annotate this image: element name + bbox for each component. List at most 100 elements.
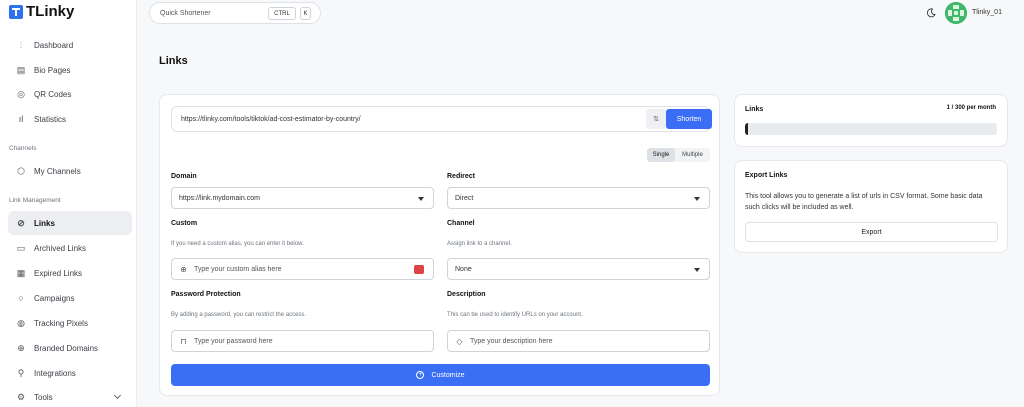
shorten-form-card: https://tlinky.com/tools/tiktok/ad-cost-… <box>159 94 720 396</box>
custom-alias-input[interactable]: ⊕ Type your custom alias here <box>171 258 434 280</box>
sidebar-item-label: Expired Links <box>34 268 83 278</box>
redirect-value: Direct <box>455 194 474 202</box>
sidebar-item-label: Links <box>34 218 55 228</box>
sidebar-item-archived-links[interactable]: ▭ Archived Links <box>8 236 132 260</box>
app-logo[interactable]: TLinky <box>9 3 74 20</box>
sidebar-item-links[interactable]: ⊘ Links <box>8 211 132 235</box>
chevron-down-icon <box>113 391 122 400</box>
chevron-down-icon <box>694 197 700 201</box>
options-button[interactable]: ⇅ <box>646 109 666 129</box>
mode-single-button[interactable]: Single <box>647 148 675 162</box>
tag-icon: ◇ <box>456 336 463 346</box>
chevron-down-icon <box>694 268 700 272</box>
sidebar-item-statistics[interactable]: ıl Statistics <box>8 107 132 131</box>
sidebar-item-bio-pages[interactable]: ▤ Bio Pages <box>8 58 132 82</box>
custom-help: If you need a custom alias, you can ente… <box>171 241 304 247</box>
username[interactable]: Tlinky_01 <box>972 9 1002 16</box>
sidebar-item-tracking-pixels[interactable]: ◍ Tracking Pixels <box>8 311 132 335</box>
redirect-label: Redirect <box>447 173 476 180</box>
avatar[interactable] <box>945 2 967 24</box>
sidebar-item-label: Statistics <box>34 114 67 124</box>
sidebar-item-tools[interactable]: ⚙ Tools <box>8 385 132 407</box>
sort-icon: ⇅ <box>653 116 659 123</box>
brand-name: TLinky <box>26 3 75 20</box>
password-input[interactable]: ⊓ Type your password here <box>171 330 434 352</box>
links-quota-value: 1 / 300 per month <box>946 105 996 111</box>
plus-circle-icon: + <box>416 371 425 379</box>
sidebar-item-expired-links[interactable]: ▦ Expired Links <box>8 261 132 285</box>
qr-icon: ◎ <box>17 89 25 99</box>
sidebar-item-campaigns[interactable]: ○ Campaigns <box>8 286 132 310</box>
globe-icon: ⊕ <box>17 343 25 353</box>
sidebar-item-branded-domains[interactable]: ⊕ Branded Domains <box>8 336 132 360</box>
sidebar-item-integrations[interactable]: ⚲ Integrations <box>8 361 132 385</box>
customize-button[interactable]: + Customize <box>171 364 710 386</box>
bar-chart-icon: ıl <box>18 114 24 124</box>
url-value: https://tlinky.com/tools/tiktok/ad-cost-… <box>181 116 361 123</box>
links-quota-title: Links <box>745 106 764 113</box>
description-placeholder: Type your description here <box>470 337 553 345</box>
export-description: This tool allows you to generate a list … <box>745 193 983 211</box>
kbd-ctrl: CTRL <box>268 7 296 20</box>
target-icon: ○ <box>18 293 24 303</box>
channel-value: None <box>455 265 472 273</box>
custom-label: Custom <box>171 220 198 227</box>
progress-fill <box>745 123 749 135</box>
description-input[interactable]: ◇ Type your description here <box>447 330 710 352</box>
plug-icon: ⚲ <box>17 368 25 378</box>
sliders-icon: ⫶ <box>19 40 23 50</box>
section-heading-link-management: Link Management <box>9 197 61 204</box>
sidebar-item-label: Integrations <box>34 368 76 378</box>
globe-icon: ⊕ <box>180 264 187 274</box>
sidebar-item-qr-codes[interactable]: ◎ QR Codes <box>8 82 132 106</box>
sidebar-item-label: Archived Links <box>34 243 87 253</box>
quick-shortener-input[interactable]: Quick Shortener CTRL K <box>149 2 321 24</box>
customize-label: Customize <box>431 371 465 379</box>
password-label: Password Protection <box>171 291 241 298</box>
sidebar-item-label: Tracking Pixels <box>34 318 88 328</box>
dark-mode-icon[interactable] <box>926 8 936 18</box>
sidebar-item-dashboard[interactable]: ⫶ Dashboard <box>8 33 132 57</box>
url-input[interactable]: https://tlinky.com/tools/tiktok/ad-cost-… <box>171 106 712 132</box>
pixel-icon: ◍ <box>17 318 25 328</box>
export-button[interactable]: Export <box>745 222 998 242</box>
sidebar-item-label: Branded Domains <box>34 343 99 353</box>
kbd-k: K <box>300 7 311 20</box>
links-quota-card: Links 1 / 300 per month <box>734 94 1008 147</box>
password-manager-icon[interactable] <box>414 265 424 274</box>
chevron-down-icon <box>418 197 424 201</box>
lock-icon: ⊓ <box>180 336 187 346</box>
layout-icon: ▤ <box>16 65 26 75</box>
shorten-button[interactable]: Shorten <box>666 109 712 129</box>
sidebar-item-my-channels[interactable]: ⬡ My Channels <box>8 159 132 183</box>
sidebar: TLinky ⫶ Dashboard ▤ Bio Pages ◎ QR Code… <box>0 0 137 407</box>
quick-shortener-placeholder: Quick Shortener <box>160 9 211 17</box>
redirect-select[interactable]: Direct <box>447 187 710 209</box>
box-icon: ⬡ <box>17 166 25 176</box>
section-heading-channels: Channels <box>9 145 37 152</box>
sidebar-item-label: Dashboard <box>34 40 74 50</box>
description-help: This can be used to identify URLs on you… <box>447 312 583 318</box>
channel-select[interactable]: None <box>447 258 710 280</box>
tools-icon: ⚙ <box>16 392 26 402</box>
mode-toggle: Single Multiple <box>647 148 710 162</box>
export-title: Export Links <box>745 172 788 179</box>
archive-icon: ▭ <box>16 243 26 253</box>
channel-label: Channel <box>447 220 475 227</box>
logo-icon <box>9 4 23 19</box>
domain-value: https://link.mydomain.com <box>179 194 260 202</box>
sidebar-item-label: Campaigns <box>34 293 75 303</box>
domain-label: Domain <box>171 173 197 180</box>
page-title: Links <box>159 55 188 67</box>
sidebar-item-label: Bio Pages <box>34 65 71 75</box>
mode-multiple-button[interactable]: Multiple <box>675 148 710 162</box>
links-quota-progress <box>745 123 997 135</box>
sidebar-item-label: QR Codes <box>34 89 72 99</box>
password-help: By adding a password, you can restrict t… <box>171 312 307 318</box>
password-placeholder: Type your password here <box>194 337 273 345</box>
sidebar-item-label: Tools <box>34 392 53 402</box>
domain-select[interactable]: https://link.mydomain.com <box>171 187 434 209</box>
description-label: Description <box>447 291 486 298</box>
calendar-icon: ▦ <box>16 268 26 278</box>
channel-help: Assign link to a channel. <box>447 241 512 247</box>
